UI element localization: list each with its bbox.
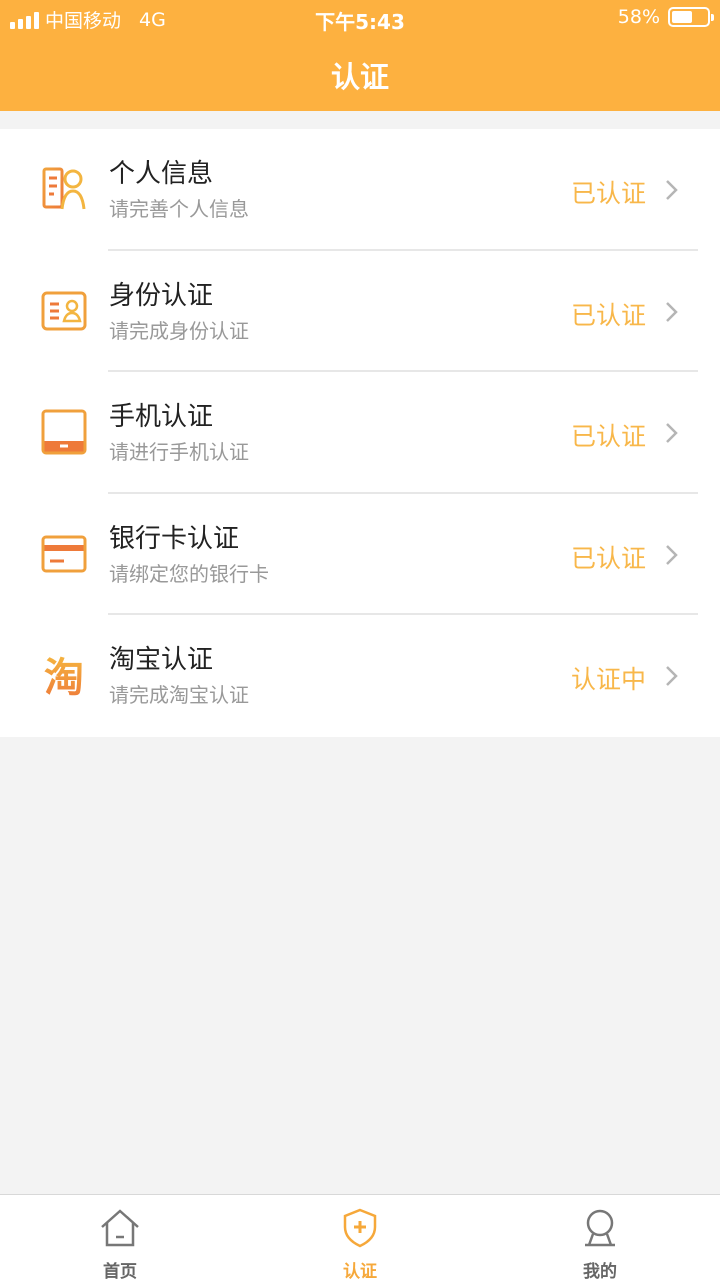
tab-label: 首页 <box>103 1262 137 1280</box>
item-subtitle: 请完成身份认证 <box>109 318 249 343</box>
item-title: 银行卡认证 <box>109 523 240 554</box>
status-time: 下午5:43 <box>315 10 405 34</box>
status-badge: 已认证 <box>570 422 646 452</box>
shield-icon <box>343 1208 377 1248</box>
tab-label: 我的 <box>583 1262 617 1280</box>
status-badge: 认证中 <box>570 665 646 695</box>
user-icon <box>585 1209 615 1247</box>
status-bar: 中国移动 4G 下午5:43 58% <box>0 0 720 36</box>
item-subtitle: 请绑定您的银行卡 <box>109 561 269 586</box>
list-item-phone-verify[interactable]: 手机认证 请进行手机认证 已认证 <box>0 372 720 494</box>
item-title: 淘宝认证 <box>109 645 214 676</box>
chevron-right-icon <box>666 544 678 565</box>
status-badge: 已认证 <box>570 543 646 573</box>
verification-list: 个人信息 请完善个人信息 已认证 身份认证 请完成身份认证 已认证 手机认证 请… <box>0 129 720 737</box>
svg-text:淘: 淘 <box>44 655 84 699</box>
chevron-right-icon <box>666 423 678 444</box>
tab-home[interactable]: 首页 <box>0 1195 240 1280</box>
bank-card-icon <box>41 535 87 573</box>
bottom-tab-bar: 首页 认证 我的 <box>0 1194 720 1280</box>
item-title: 手机认证 <box>109 402 214 433</box>
battery-icon <box>668 7 714 27</box>
tab-label: 认证 <box>343 1262 377 1280</box>
item-title: 身份认证 <box>109 280 214 311</box>
list-item-personal-info[interactable]: 个人信息 请完善个人信息 已认证 <box>0 129 720 251</box>
status-badge: 已认证 <box>570 300 646 330</box>
item-subtitle: 请完善个人信息 <box>109 197 249 221</box>
list-item-bank-card[interactable]: 银行卡认证 请绑定您的银行卡 已认证 <box>0 494 720 616</box>
taobao-icon: 淘 <box>44 655 84 699</box>
battery-percent: 58% <box>617 6 660 28</box>
status-badge: 已认证 <box>570 179 646 208</box>
page-title: 认证 <box>330 60 389 94</box>
chevron-right-icon <box>666 666 678 687</box>
id-card-icon <box>41 291 87 331</box>
item-subtitle: 请进行手机认证 <box>109 440 249 465</box>
tablet-icon <box>41 409 87 455</box>
item-subtitle: 请完成淘宝认证 <box>109 683 249 708</box>
home-icon <box>101 1209 139 1247</box>
list-item-id-verify[interactable]: 身份认证 请完成身份认证 已认证 <box>0 251 720 373</box>
chevron-right-icon <box>666 180 678 200</box>
chevron-right-icon <box>666 301 678 322</box>
item-title: 个人信息 <box>109 159 214 189</box>
tab-verify[interactable]: 认证 <box>240 1195 480 1280</box>
list-item-taobao[interactable]: 淘 淘宝认证 请完成淘宝认证 认证中 <box>0 615 720 737</box>
app-header: 中国移动 4G 下午5:43 58% 认证 <box>0 0 720 111</box>
tab-me[interactable]: 我的 <box>480 1195 720 1280</box>
person-info-icon <box>42 167 86 210</box>
